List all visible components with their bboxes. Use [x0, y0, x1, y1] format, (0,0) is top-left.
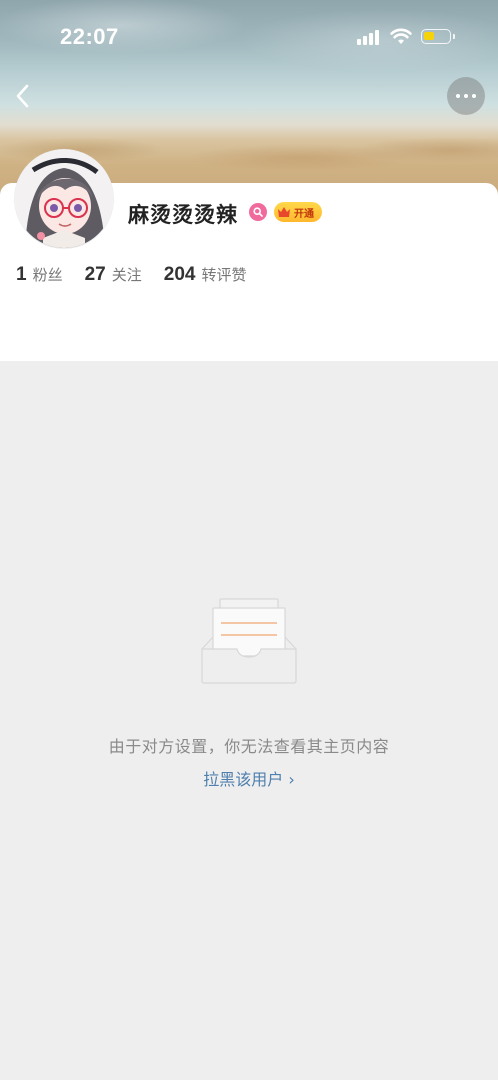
battery-icon — [421, 29, 455, 44]
stat-value: 1 — [16, 264, 27, 285]
search-badge-icon[interactable] — [249, 203, 267, 221]
stat-value: 204 — [163, 264, 196, 285]
stat-followers[interactable]: 1 粉丝 — [16, 264, 63, 286]
vip-open-button[interactable]: 开通 — [274, 202, 322, 222]
avatar-image — [15, 150, 113, 248]
username: 麻烫烫烫辣 — [128, 203, 238, 227]
stat-value: 27 — [84, 264, 106, 285]
stat-likes[interactable]: 204 转评赞 — [164, 264, 247, 286]
avatar[interactable] — [15, 150, 113, 248]
stat-label: 粉丝 — [32, 266, 63, 284]
more-horizontal-icon[interactable] — [447, 77, 485, 115]
stat-label: 转评赞 — [201, 266, 247, 284]
inbox-tray-icon — [201, 598, 297, 684]
vip-label: 开通 — [294, 208, 314, 220]
block-user-link[interactable]: 拉黑该用户 › — [0, 766, 498, 790]
chevron-left-icon[interactable] — [12, 82, 36, 110]
empty-state-message: 由于对方设置，你无法查看其主页内容 — [108, 737, 390, 756]
wifi-icon — [390, 28, 412, 44]
stat-following[interactable]: 27 关注 — [85, 264, 142, 286]
stat-label: 关注 — [111, 266, 142, 284]
battery-level — [424, 32, 434, 40]
status-time: 22:07 — [60, 24, 119, 49]
cover-clouds — [0, 0, 498, 120]
signal-icon — [357, 29, 383, 45]
profile-stats: 1 粉丝 27 关注 204 转评赞 — [16, 264, 268, 286]
vip-crown-icon — [278, 207, 290, 217]
